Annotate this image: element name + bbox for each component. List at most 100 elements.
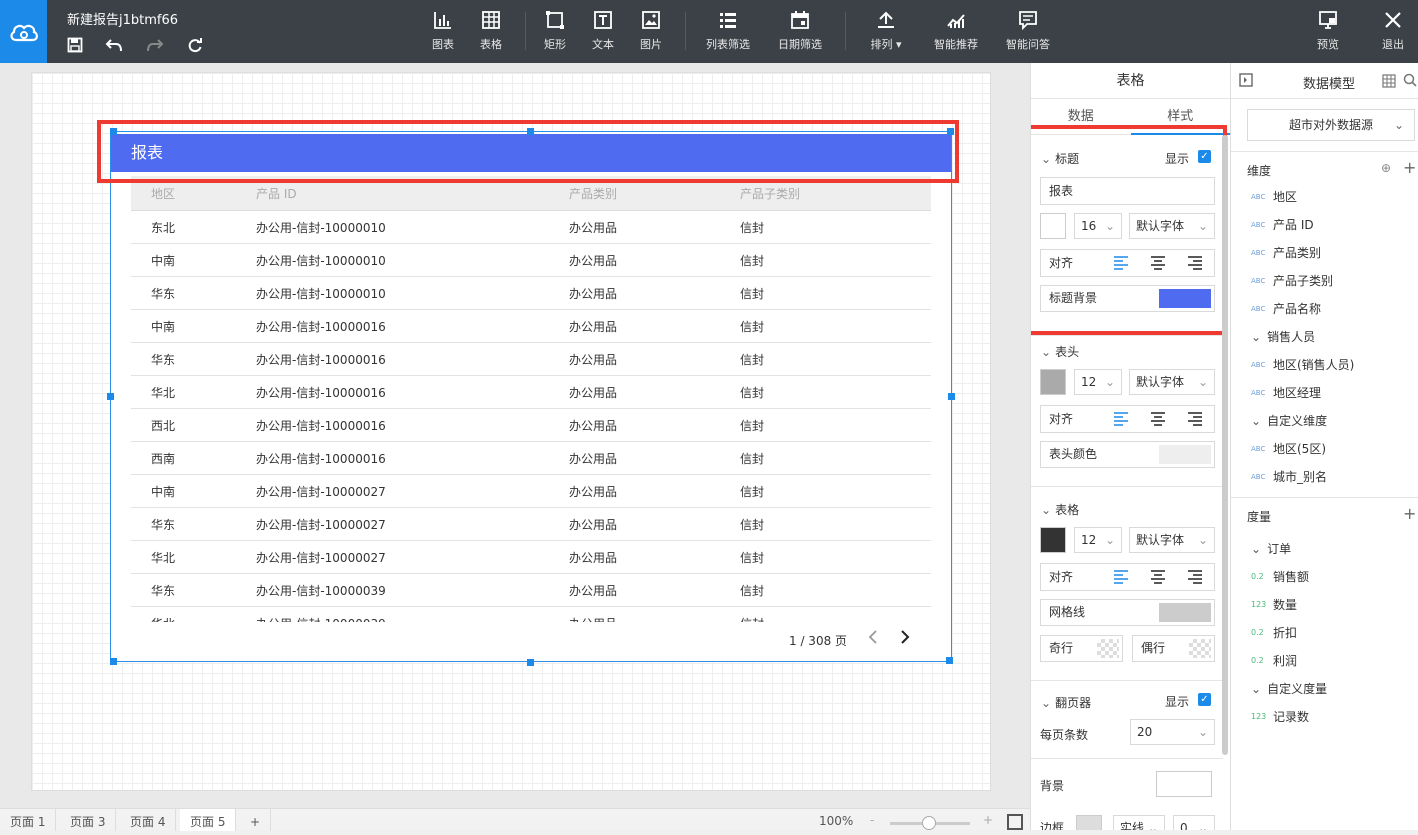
resize-handle[interactable] [527,659,534,666]
fit-screen-icon[interactable] [1007,814,1023,830]
table-row[interactable]: 华东 办公用-信封-10000027 办公用品 信封 [131,508,931,541]
table-row[interactable]: 西南 办公用-信封-10000016 办公用品 信封 [131,442,931,475]
data-source-select[interactable]: 超市对外数据源 ⌄ [1247,109,1415,141]
field-item[interactable]: ABC 地区 [1251,188,1297,205]
pager-section-header[interactable]: ⌄ 翻页器 [1041,694,1091,711]
table-row[interactable]: 华北 办公用-信封-10000016 办公用品 信封 [131,376,931,409]
odd-row-swatch[interactable] [1097,639,1119,658]
column-header[interactable]: 地区 [131,185,256,202]
zoom-out-button[interactable]: - [870,813,874,827]
gridline-color-swatch[interactable] [1159,603,1211,622]
table-row[interactable]: 西北 办公用-信封-10000016 办公用品 信封 [131,409,931,442]
title-font-size-select[interactable]: 16 ⌄ [1074,213,1122,239]
border-color-swatch[interactable] [1076,815,1102,830]
tool-text[interactable]: 文本 [591,10,615,54]
align-center-icon[interactable] [1150,412,1166,426]
table-row[interactable]: 华东 办公用-信封-10000039 办公用品 信封 [131,574,931,607]
table-font-select[interactable]: 默认字体 ⌄ [1129,527,1215,553]
tab-style[interactable]: 样式 [1130,99,1231,135]
resize-handle[interactable] [946,657,953,664]
refresh-icon[interactable] [186,36,204,54]
field-item[interactable]: 123 数量 [1251,596,1297,613]
border-width-select[interactable]: 0 ⌄ [1173,815,1215,830]
table-widget[interactable]: 报表 地区 产品 ID 产品类别 产品子类别 东北 办公用-信封-10000010… [110,131,952,662]
tool-rectangle[interactable]: 矩形 [543,10,567,54]
table-row[interactable]: 华东 办公用-信封-10000016 办公用品 信封 [131,343,931,376]
even-row-swatch[interactable] [1189,639,1211,658]
zoom-slider[interactable] [890,816,970,830]
cloud-logo-icon[interactable] [0,0,47,63]
title-bg-row[interactable]: 标题背景 [1040,285,1215,312]
align-right-icon[interactable] [1187,412,1203,426]
save-icon[interactable] [66,36,84,54]
field-item[interactable]: 123 记录数 [1251,708,1309,725]
title-font-color-swatch[interactable] [1040,213,1066,239]
column-header[interactable]: 产品类别 [569,185,740,202]
field-group[interactable]: ⌄ 自定义度量 [1251,680,1327,697]
redo-icon[interactable] [146,36,164,54]
header-section-header[interactable]: ⌄ 表头 [1041,343,1079,360]
title-show-checkbox[interactable]: ✓ [1198,150,1211,163]
prev-page-icon[interactable] [867,628,881,648]
table-row[interactable]: 华北 办公用-信封-10000027 办公用品 信封 [131,541,931,574]
tool-date-filter[interactable]: 日期筛选 [776,10,824,54]
border-style-select[interactable]: 实线 ⌄ [1113,815,1165,830]
page-tab-active[interactable]: 页面 5 [180,809,237,831]
field-item[interactable]: 0.2 折扣 [1251,624,1297,641]
header-font-color-swatch[interactable] [1040,369,1066,395]
per-page-select[interactable]: 20 ⌄ [1130,719,1215,745]
page-tab[interactable]: 页面 4 [120,809,177,831]
report-table-title[interactable]: 报表 [111,134,951,172]
table-section-header[interactable]: ⌄ 表格 [1041,501,1079,518]
field-group[interactable]: ⌄ 销售人员 [1251,328,1315,345]
align-center-icon[interactable] [1150,256,1166,270]
table-font-color-swatch[interactable] [1040,527,1066,553]
header-font-select[interactable]: 默认字体 ⌄ [1129,369,1215,395]
pager-show-checkbox[interactable]: ✓ [1198,693,1211,706]
page-tab[interactable]: 页面 3 [60,809,117,831]
field-item[interactable]: ABC 产品 ID [1251,216,1314,233]
title-font-select[interactable]: 默认字体 ⌄ [1129,213,1215,239]
add-dimension-icon[interactable]: + [1403,158,1416,177]
align-center-icon[interactable] [1150,570,1166,584]
resize-handle[interactable] [110,128,117,135]
tool-chart[interactable]: 图表 [431,10,455,54]
tool-smart-qa[interactable]: 智能问答 [1004,10,1052,54]
table-row[interactable]: 中南 办公用-信封-10000016 办公用品 信封 [131,310,931,343]
align-left-icon[interactable] [1113,256,1129,270]
tool-image[interactable]: 图片 [639,10,663,54]
field-item[interactable]: ABC 地区(销售人员) [1251,356,1354,373]
page-tab[interactable]: 页面 1 [0,809,57,831]
gridline-row[interactable]: 网格线 [1040,599,1215,626]
resize-handle[interactable] [947,128,954,135]
resize-handle[interactable] [107,393,114,400]
title-section-header[interactable]: ⌄ 标题 [1041,150,1079,167]
title-text-input[interactable]: 报表 [1040,177,1215,205]
resize-handle[interactable] [948,393,955,400]
tab-data[interactable]: 数据 [1031,99,1131,134]
resize-handle[interactable] [527,128,534,135]
collapse-panel-icon[interactable] [1239,73,1253,87]
grid-view-icon[interactable] [1382,74,1396,88]
field-item[interactable]: ABC 地区经理 [1251,384,1321,401]
zoom-in-button[interactable]: + [983,813,993,827]
preview-button[interactable]: 预览 [1316,10,1340,54]
tool-list-filter[interactable]: 列表筛选 [704,10,752,54]
align-left-icon[interactable] [1113,570,1129,584]
table-row[interactable]: 东北 办公用-信封-10000010 办公用品 信封 [131,211,931,244]
field-item[interactable]: ABC 产品子类别 [1251,272,1333,289]
header-color-swatch[interactable] [1159,445,1211,464]
globe-icon[interactable]: ⊕ [1381,161,1391,175]
align-right-icon[interactable] [1187,570,1203,584]
resize-handle[interactable] [110,658,117,665]
column-header[interactable]: 产品 ID [256,185,569,202]
field-group[interactable]: ⌄ 订单 [1251,540,1291,557]
field-item[interactable]: ABC 地区(5区) [1251,440,1326,457]
exit-button[interactable]: 退出 [1381,10,1405,54]
add-page-button[interactable]: + [240,809,272,831]
table-row[interactable]: 中南 办公用-信封-10000010 办公用品 信封 [131,244,931,277]
field-item[interactable]: ABC 产品类别 [1251,244,1321,261]
table-font-size-select[interactable]: 12 ⌄ [1074,527,1122,553]
header-font-size-select[interactable]: 12 ⌄ [1074,369,1122,395]
zoom-slider-thumb[interactable] [922,816,936,830]
